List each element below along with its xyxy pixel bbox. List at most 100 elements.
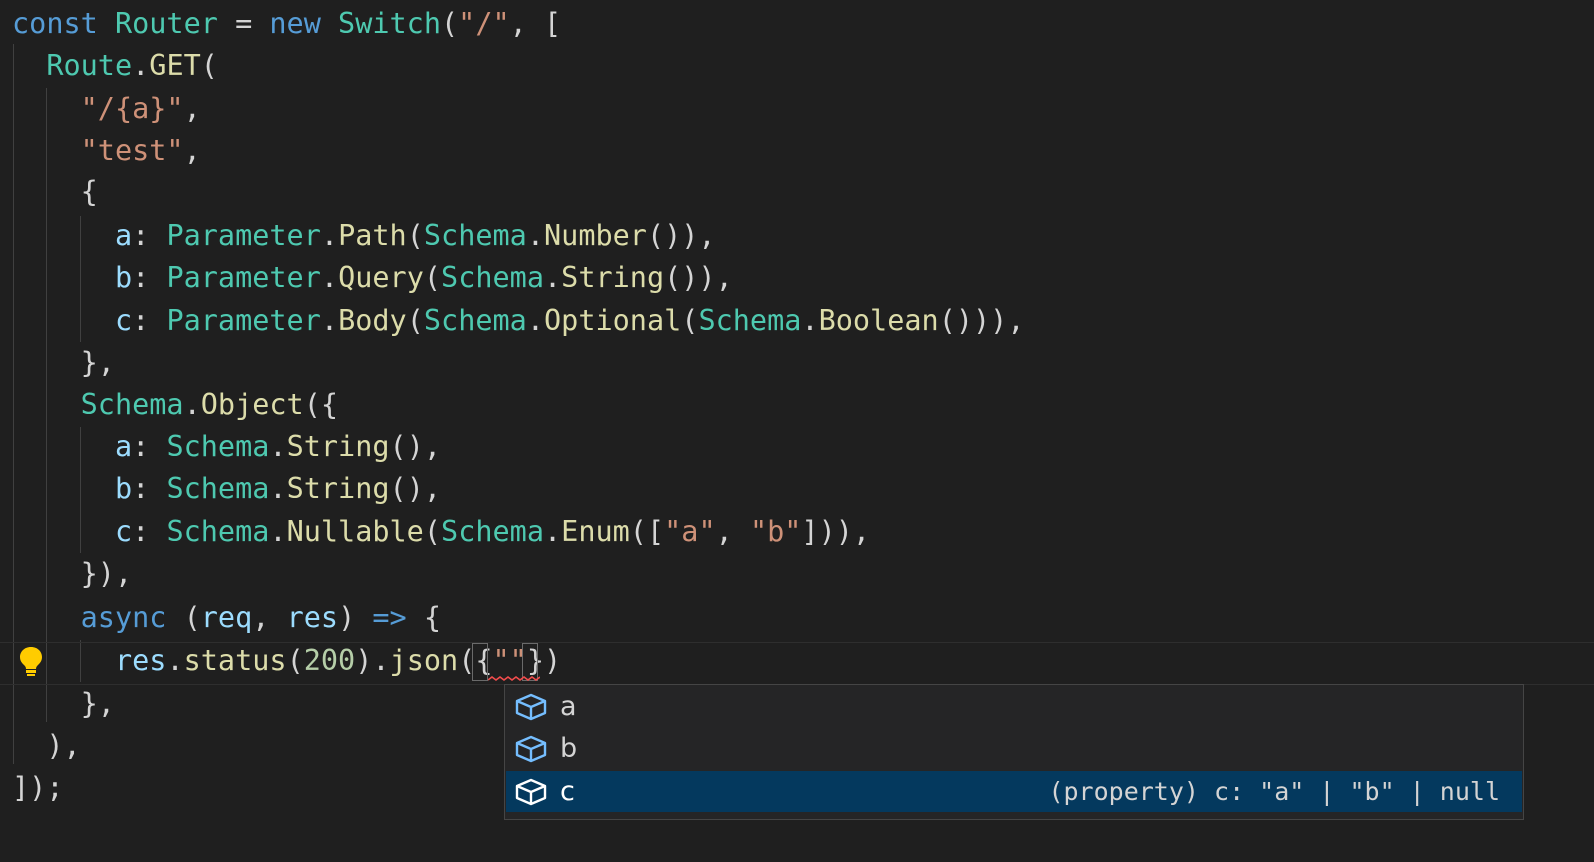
suggestion-label: b: [560, 733, 578, 764]
code-token: .: [526, 219, 544, 252]
code-token: ())),: [938, 304, 1025, 337]
code-token: "/{a}": [80, 92, 184, 125]
code-token: new: [269, 7, 339, 40]
property-cube-icon: [515, 778, 547, 806]
code-line[interactable]: a: Schema.String(),: [12, 425, 441, 468]
code-token: :: [132, 472, 167, 505]
bracket-match-open: [472, 643, 488, 681]
code-token: b: [114, 472, 133, 505]
code-token: ,: [252, 601, 287, 634]
code-line[interactable]: const Router = new Switch("/", [: [12, 2, 561, 45]
code-token: Schema: [80, 388, 184, 421]
autocomplete-suggestion-list[interactable]: a b c (property) c: "a" | "b" | null: [504, 684, 1524, 820]
code-token: async: [80, 601, 167, 634]
code-line[interactable]: "/{a}",: [12, 87, 201, 130]
code-token: req: [200, 601, 253, 634]
code-token: Schema: [166, 472, 270, 505]
code-token: ({: [303, 388, 339, 421]
code-token: .: [166, 644, 184, 677]
lightbulb-icon[interactable]: [16, 645, 46, 677]
code-token: (: [200, 49, 218, 82]
code-token: Parameter: [166, 219, 321, 252]
code-token: b: [114, 261, 133, 294]
code-token: Nullable: [286, 515, 424, 548]
code-token: Optional: [544, 304, 682, 337]
code-line[interactable]: }),: [12, 552, 132, 595]
code-token: (: [423, 515, 442, 548]
code-token: ,: [183, 92, 201, 125]
code-token: Schema: [441, 261, 544, 294]
code-token: res: [114, 644, 167, 677]
code-line[interactable]: Route.GET(: [12, 44, 218, 87]
code-line[interactable]: },: [12, 682, 115, 725]
code-token: {: [12, 175, 98, 208]
code-token: .: [320, 219, 339, 252]
code-token: .: [269, 430, 287, 463]
code-line[interactable]: "test",: [12, 129, 201, 172]
code-token: .: [801, 304, 819, 337]
code-token: },: [12, 687, 115, 720]
code-token: Enum: [561, 515, 630, 548]
property-cube-icon: [515, 735, 547, 763]
code-token: ).: [355, 644, 390, 677]
code-token: :: [132, 430, 167, 463]
code-line[interactable]: b: Parameter.Query(Schema.String()),: [12, 256, 733, 299]
code-line[interactable]: ]);: [12, 766, 63, 809]
code-token: a: [114, 219, 133, 252]
code-token: (: [406, 219, 424, 252]
code-token: ]);: [12, 771, 64, 804]
code-token: ])),: [801, 515, 871, 548]
suggestion-item[interactable]: a: [506, 686, 1522, 727]
code-line[interactable]: {: [12, 170, 98, 213]
code-token: c: [114, 515, 133, 548]
code-line[interactable]: ),: [12, 724, 81, 767]
code-token: String: [286, 472, 390, 505]
code-line[interactable]: Schema.Object({: [12, 383, 338, 426]
code-token: ()),: [646, 219, 716, 252]
code-token: ),: [12, 729, 81, 762]
code-token: (),: [389, 472, 442, 505]
code-editor[interactable]: const Router = new Switch("/", [ Route.G…: [0, 0, 1594, 862]
code-token: const: [12, 7, 115, 40]
code-token: },: [12, 346, 115, 379]
code-token: Schema: [166, 430, 270, 463]
code-token: , [: [509, 7, 562, 40]
code-token: Object: [200, 388, 304, 421]
suggestion-item[interactable]: b: [506, 728, 1522, 769]
code-token: "a": [664, 515, 716, 548]
code-token: Parameter: [166, 261, 321, 294]
code-token: (: [681, 304, 699, 337]
code-token: .: [132, 49, 150, 82]
code-token: "test": [80, 134, 184, 167]
code-token: Number: [544, 219, 647, 252]
code-token: Router: [114, 7, 218, 40]
suggestion-item-selected[interactable]: c (property) c: "a" | "b" | null: [506, 771, 1522, 812]
code-token: ,: [715, 515, 750, 548]
code-line[interactable]: async (req, res) => {: [12, 596, 441, 639]
code-token: (: [440, 7, 459, 40]
code-token: status: [183, 644, 287, 677]
code-token: Route: [46, 49, 133, 82]
code-token: .: [543, 515, 562, 548]
code-token: 200: [303, 644, 356, 677]
code-line[interactable]: a: Parameter.Path(Schema.Number()),: [12, 214, 716, 257]
code-token: ()),: [664, 261, 733, 294]
code-line[interactable]: b: Schema.String(),: [12, 467, 441, 510]
code-token: .: [183, 388, 201, 421]
code-token: Body: [338, 304, 407, 337]
code-line[interactable]: },: [12, 341, 115, 384]
code-line[interactable]: c: Parameter.Body(Schema.Optional(Schema…: [12, 299, 1025, 342]
code-token: }),: [12, 557, 133, 590]
code-token: Query: [338, 261, 424, 294]
code-token: Path: [338, 219, 407, 252]
code-line[interactable]: c: Schema.Nullable(Schema.Enum(["a", "b"…: [12, 510, 870, 553]
code-token: :: [132, 304, 167, 337]
